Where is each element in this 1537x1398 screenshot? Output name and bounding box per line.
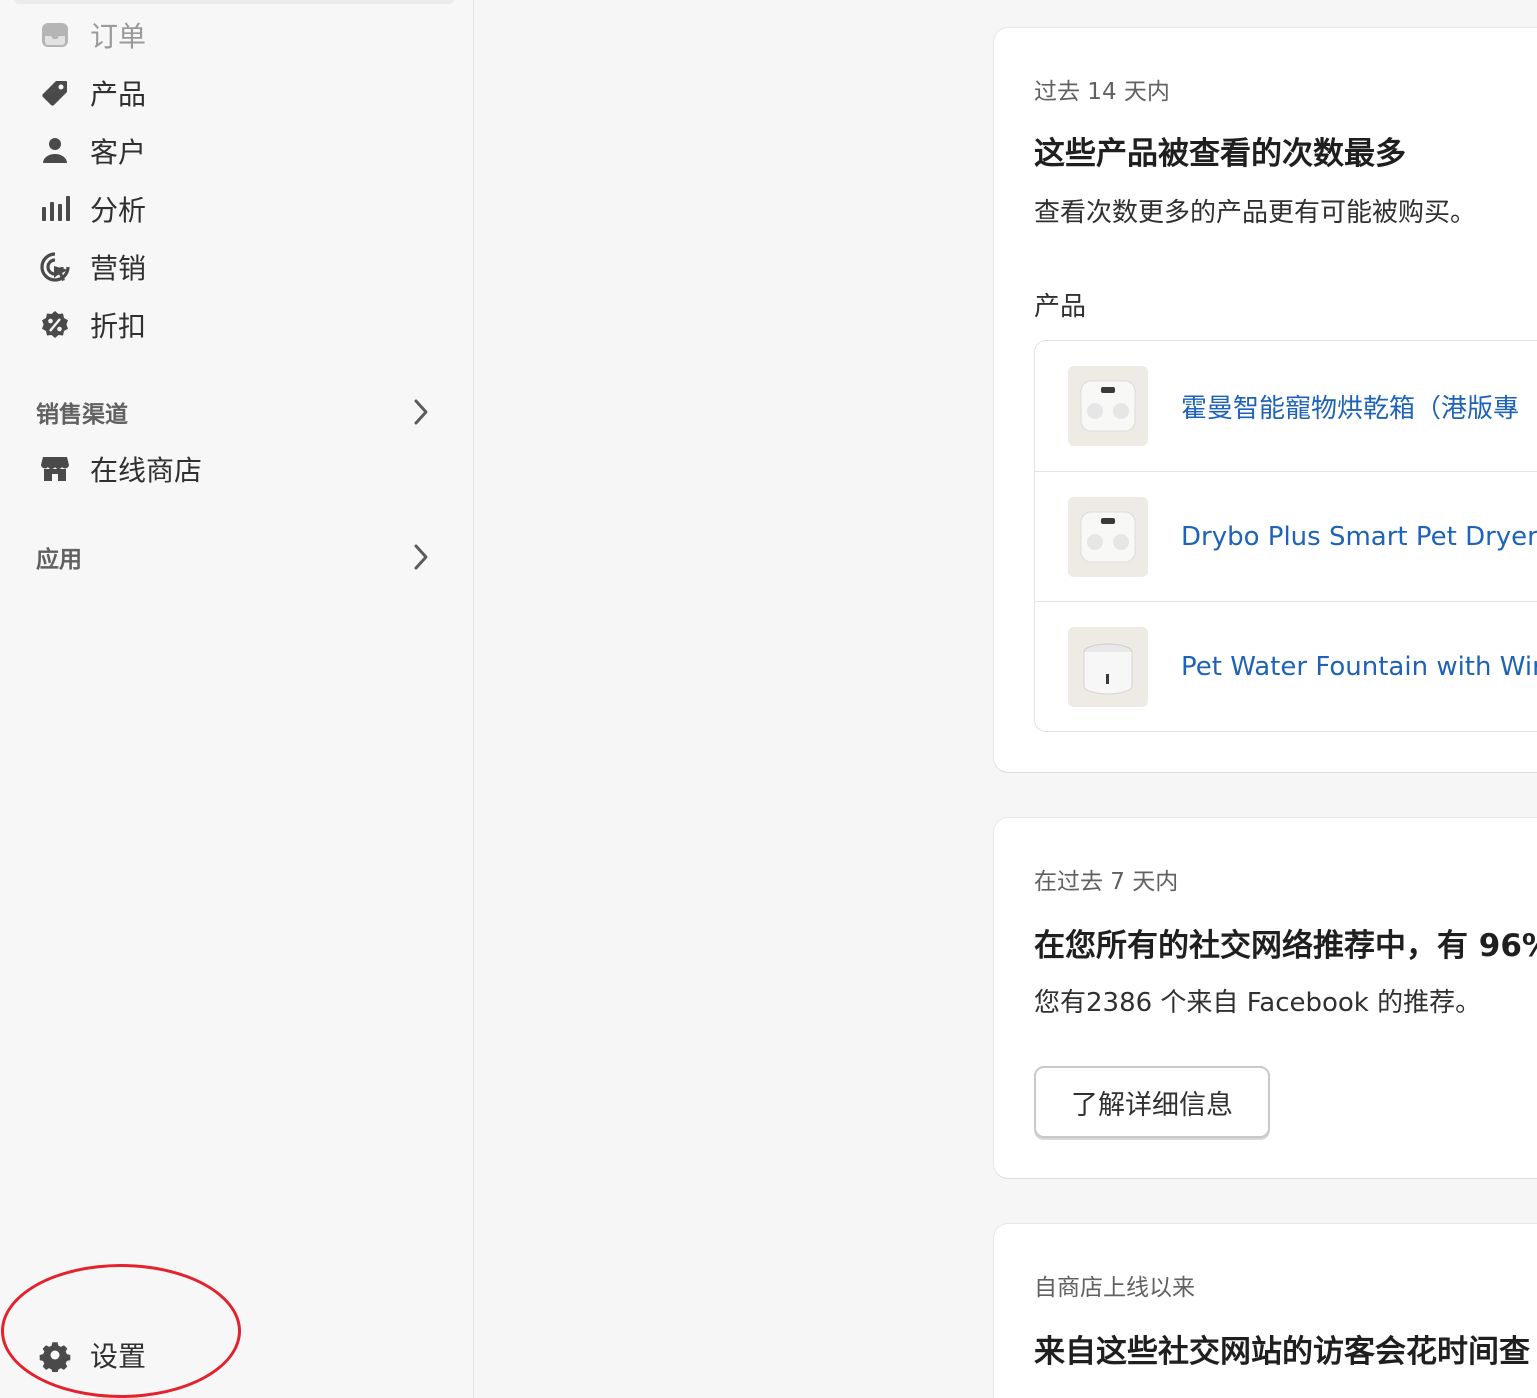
sidebar-item-discounts[interactable]: 折扣 bbox=[36, 303, 146, 347]
social-visitors-card: 自商店上线以来 来自这些社交网站的访客会花时间查 bbox=[994, 1224, 1537, 1398]
product-row[interactable]: 霍曼智能寵物烘乾箱（港版專 bbox=[1035, 341, 1537, 471]
product-list: 霍曼智能寵物烘乾箱（港版專 Drybo Plus Smart Pet Dryer… bbox=[1034, 340, 1537, 732]
product-thumbnail[interactable] bbox=[1068, 626, 1148, 707]
card-eyebrow: 过去 14 天内 bbox=[1034, 79, 1170, 105]
card-eyebrow: 自商店上线以来 bbox=[1034, 1275, 1195, 1301]
inbox-icon bbox=[36, 16, 74, 54]
product-row[interactable]: Drybo Plus Smart Pet Dryer (I bbox=[1035, 471, 1537, 601]
apps-title: 应用 bbox=[36, 547, 82, 573]
sidebar-item-label: 订单 bbox=[90, 20, 147, 53]
sidebar-item-orders[interactable]: 订单 bbox=[36, 13, 146, 57]
card-headline: 在您所有的社交网络推荐中，有 96% bbox=[1034, 928, 1537, 964]
sidebar-item-label: 分析 bbox=[90, 194, 147, 227]
social-referrals-card: 在过去 7 天内 在您所有的社交网络推荐中，有 96% 您有2386 个来自 F… bbox=[994, 818, 1537, 1178]
products-label: 产品 bbox=[1034, 292, 1087, 322]
product-thumbnail[interactable] bbox=[1068, 366, 1148, 446]
sales-channels-header[interactable]: 销售渠道 bbox=[36, 392, 436, 432]
apps-header[interactable]: 应用 bbox=[36, 537, 436, 577]
bar-chart-icon bbox=[36, 190, 74, 228]
sidebar-item-analytics[interactable]: 分析 bbox=[36, 187, 146, 231]
product-link[interactable]: 霍曼智能寵物烘乾箱（港版專 bbox=[1181, 388, 1519, 425]
sidebar-item-label: 在线商店 bbox=[90, 454, 203, 487]
chevron-right-icon[interactable] bbox=[406, 542, 436, 572]
card-body: 查看次数更多的产品更有可能被购买。 bbox=[1034, 198, 1477, 228]
sidebar-item-products[interactable]: 产品 bbox=[36, 71, 146, 115]
card-body: 您有2386 个来自 Facebook 的推荐。 bbox=[1034, 988, 1482, 1018]
product-thumbnail[interactable] bbox=[1068, 496, 1148, 577]
discount-icon bbox=[36, 306, 74, 344]
product-link[interactable]: Pet Water Fountain with Wire bbox=[1181, 652, 1537, 682]
sales-channels-title: 销售渠道 bbox=[36, 402, 128, 428]
product-link[interactable]: Drybo Plus Smart Pet Dryer (I bbox=[1181, 522, 1537, 552]
sidebar-item-label: 营销 bbox=[90, 252, 147, 285]
target-icon bbox=[36, 248, 74, 286]
sidebar: 订单 产品 客户 分析 营销 折扣 销售渠道 在线商店 应用 设置 bbox=[0, 0, 474, 1398]
store-icon bbox=[36, 450, 74, 488]
card-eyebrow: 在过去 7 天内 bbox=[1034, 869, 1179, 895]
chevron-right-icon[interactable] bbox=[406, 397, 436, 427]
person-icon bbox=[36, 132, 74, 170]
card-headline: 来自这些社交网站的访客会花时间查 bbox=[1034, 1334, 1530, 1370]
sidebar-item-label: 客户 bbox=[90, 136, 147, 169]
sidebar-item-marketing[interactable]: 营销 bbox=[36, 245, 146, 289]
annotation-circle bbox=[1, 1264, 241, 1398]
product-row[interactable]: Pet Water Fountain with Wire bbox=[1035, 601, 1537, 731]
sidebar-item-label: 产品 bbox=[90, 78, 147, 111]
tag-icon bbox=[36, 74, 74, 112]
sidebar-item-label: 折扣 bbox=[90, 310, 147, 343]
most-viewed-card: 过去 14 天内 这些产品被查看的次数最多 查看次数更多的产品更有可能被购买。 … bbox=[994, 28, 1537, 772]
sidebar-top-fragment bbox=[12, 0, 456, 4]
learn-more-button[interactable]: 了解详细信息 bbox=[1034, 1066, 1270, 1138]
card-headline: 这些产品被查看的次数最多 bbox=[1034, 136, 1406, 172]
sidebar-item-online-store[interactable]: 在线商店 bbox=[36, 447, 202, 491]
sidebar-item-customers[interactable]: 客户 bbox=[36, 129, 146, 173]
